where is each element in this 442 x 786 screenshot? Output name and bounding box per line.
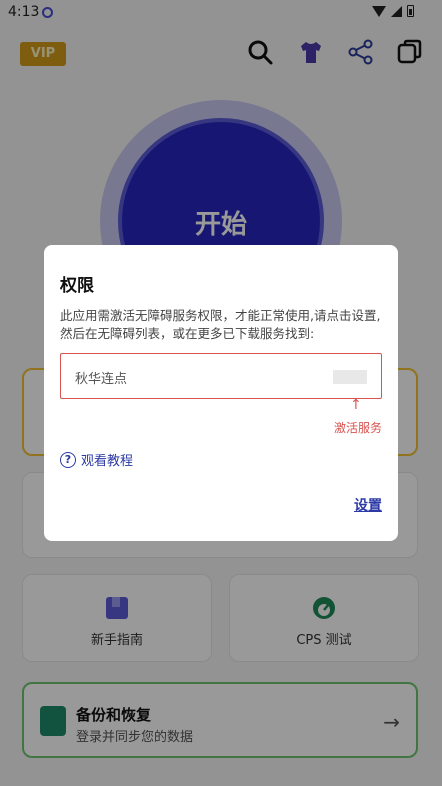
service-toggle-placeholder <box>333 370 367 384</box>
watch-tutorial-link[interactable]: ? 观看教程 <box>60 450 133 469</box>
settings-button[interactable]: 设置 <box>354 495 382 515</box>
dialog-title: 权限 <box>60 276 94 296</box>
dialog-body: 此应用需激活无障碍服务权限，才能正常使用,请点击设置,然后在无障碍列表，或在更多… <box>60 308 381 341</box>
permission-dialog: 权限 此应用需激活无障碍服务权限，才能正常使用,请点击设置,然后在无障碍列表，或… <box>44 245 398 541</box>
help-icon: ? <box>60 451 76 468</box>
watch-tutorial-label: 观看教程 <box>81 454 134 469</box>
activate-service-label: 激活服务 <box>334 421 383 435</box>
arrow-up-icon: ↑ <box>350 397 362 413</box>
service-name: 秋华连点 <box>75 372 128 387</box>
service-name-box: 秋华连点 <box>60 353 382 399</box>
